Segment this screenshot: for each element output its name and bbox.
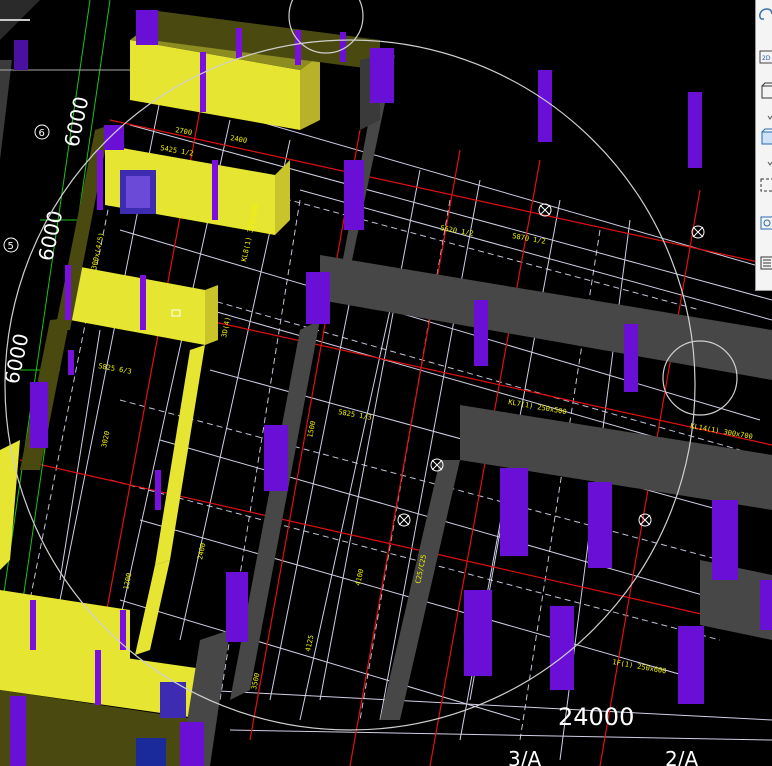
model-canvas[interactable]: 6000 6000 6000 6 5 5425 1/2 2700 2400 56… [0,0,772,766]
axis-bubble-5: 5 [3,237,19,253]
2d-view-label: 2D [762,55,771,62]
orbit-view-icon[interactable] [758,6,772,24]
annotation-text: 1F(1) 250x600 [612,658,667,675]
view-toolbar: 2D [755,0,772,291]
cad-3d-viewport[interactable]: 6000 6000 6000 6 5 5425 1/2 2700 2400 56… [0,0,772,766]
box-view-icon[interactable] [758,82,772,100]
annotation-text: 4125 [304,634,315,652]
axis-label-2a: 2/A [665,747,698,766]
annotation-text: 5825 6/3 [98,362,133,376]
select-window-icon[interactable] [758,176,772,194]
axis-bubble-6: 6 [34,124,50,140]
annotation-text: 2400 [196,542,207,560]
annotation-text: 3D(4) [220,316,232,338]
2d-view-icon[interactable]: 2D [758,48,772,66]
annotation-text: 5825 1/3 [338,408,373,422]
axis-bubble-6-label: 6 [39,128,45,139]
dim-label-left-1: 6000 [59,94,93,149]
annotation-text: KL7(1) 250x500 [508,398,568,416]
annotation-text: 3020 [100,430,111,448]
axis-label-3a: 3/A [508,747,541,766]
annotation-text: 300x(4/5) [90,232,106,271]
annotation-text: 5870 1/2 [512,232,547,246]
bottom-dim-24000: 24000 [558,703,634,731]
zoom-extents-icon[interactable] [758,214,772,232]
wall-block-top [130,10,380,130]
properties-list-icon[interactable] [758,254,772,272]
annotation-text: 1200 [122,572,133,590]
axis-bubble-5-label: 5 [8,241,14,252]
annotation-text: 1500 [306,420,317,438]
annotation-text: 2400 [230,134,248,145]
box-solid-view-icon[interactable] [758,128,772,146]
